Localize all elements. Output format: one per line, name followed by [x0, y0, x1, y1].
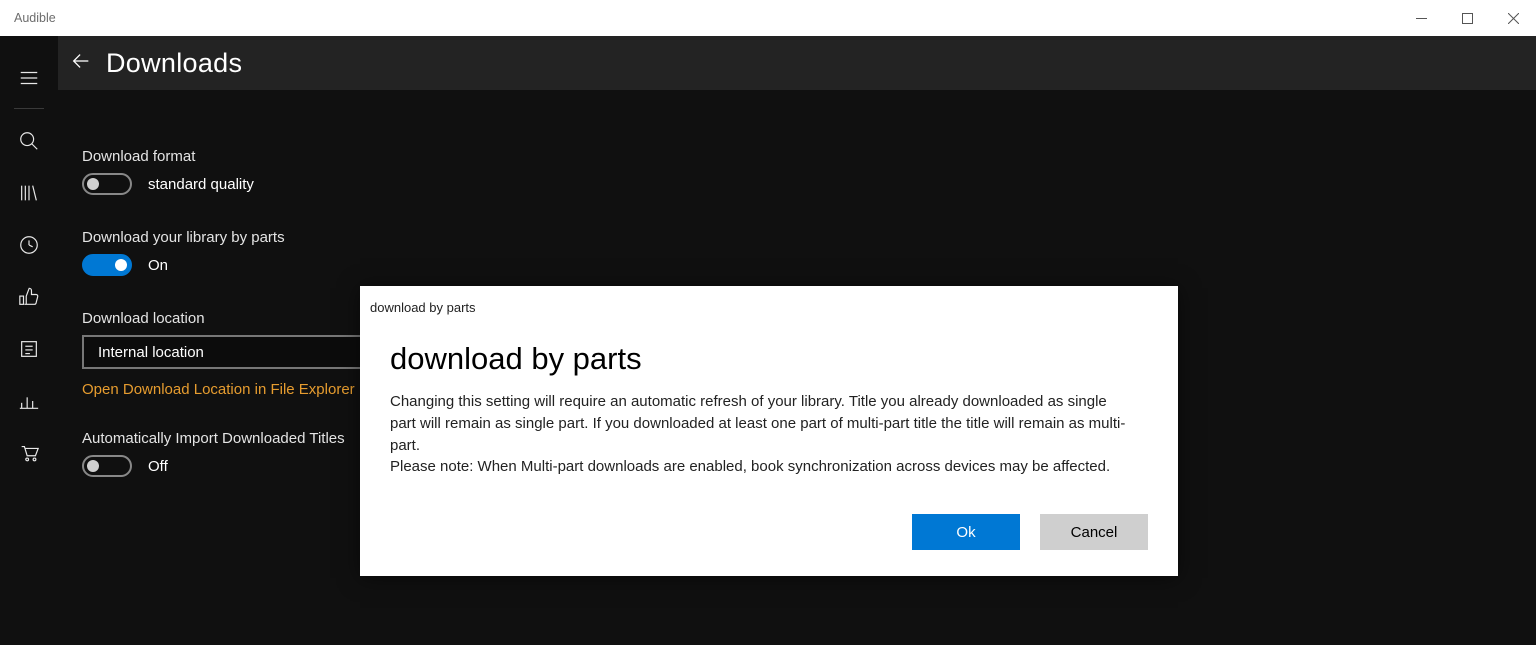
download-by-parts-label: Download your library by parts	[82, 229, 1536, 246]
download-by-parts-toggle[interactable]	[82, 254, 132, 276]
download-by-parts-value: On	[148, 257, 168, 274]
minimize-button[interactable]	[1398, 0, 1444, 36]
download-location-selected: Internal location	[98, 344, 204, 361]
stats-icon[interactable]	[0, 375, 58, 427]
ok-button[interactable]: Ok	[912, 514, 1020, 550]
window-titlebar: Audible	[0, 0, 1536, 36]
auto-import-value: Off	[148, 458, 168, 475]
window-controls	[1398, 0, 1536, 36]
thumbs-up-icon[interactable]	[0, 271, 58, 323]
dialog-body-1: Changing this setting will require an au…	[390, 391, 1130, 456]
search-icon[interactable]	[0, 115, 58, 167]
download-by-parts-dialog: download by parts download by parts Chan…	[360, 286, 1178, 576]
maximize-button[interactable]	[1444, 0, 1490, 36]
app-name: Audible	[14, 11, 56, 25]
download-format-label: Download format	[82, 148, 1536, 165]
dialog-caption: download by parts	[370, 300, 1148, 315]
cart-icon[interactable]	[0, 427, 58, 479]
dialog-title: download by parts	[390, 341, 1148, 377]
download-format-toggle[interactable]	[82, 173, 132, 195]
sidebar-divider	[14, 108, 44, 109]
library-icon[interactable]	[0, 167, 58, 219]
sidebar	[0, 36, 58, 645]
cancel-button[interactable]: Cancel	[1040, 514, 1148, 550]
back-arrow-icon[interactable]	[70, 50, 92, 77]
hamburger-menu-icon[interactable]	[0, 52, 58, 104]
download-format-value: standard quality	[148, 176, 254, 193]
dialog-body-2: Please note: When Multi-part downloads a…	[390, 456, 1130, 478]
page-title: Downloads	[106, 48, 242, 79]
close-button[interactable]	[1490, 0, 1536, 36]
page-header: Downloads	[58, 36, 1536, 90]
notes-icon[interactable]	[0, 323, 58, 375]
auto-import-toggle[interactable]	[82, 455, 132, 477]
clock-icon[interactable]	[0, 219, 58, 271]
